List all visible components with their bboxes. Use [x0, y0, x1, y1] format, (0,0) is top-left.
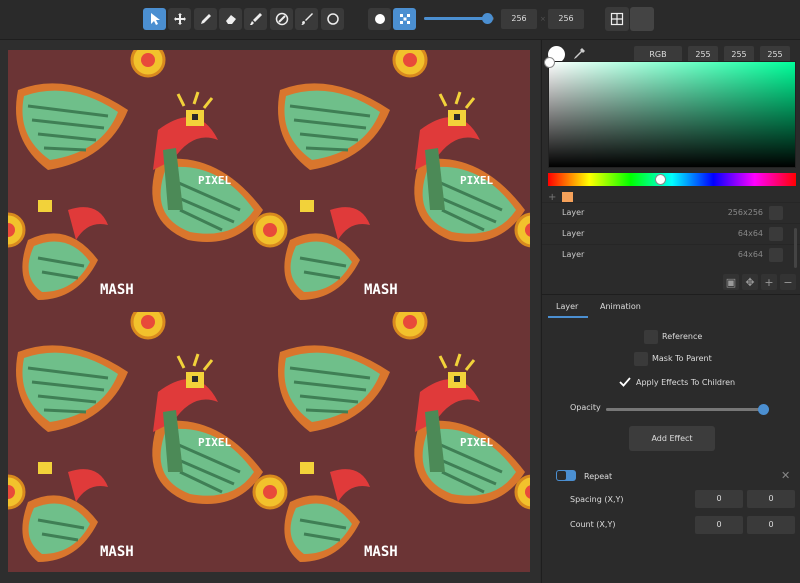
hue-slider[interactable] [548, 173, 796, 186]
plus-icon: + [764, 275, 774, 289]
layer-size: 64x64 [737, 250, 763, 259]
circle-icon [326, 13, 339, 25]
grid-view-button[interactable] [605, 7, 629, 31]
top-toolbar: 256 × 256 [0, 0, 800, 40]
apply-effects-label: Apply Effects To Children [636, 378, 736, 387]
layer-name: Layer [562, 229, 585, 238]
right-panel: RGB 255 255 255 + Layer 256x256 Layer 64… [541, 40, 800, 583]
pencil-icon [200, 14, 211, 24]
reference-checkbox[interactable] [644, 330, 658, 344]
minus-icon: − [783, 275, 793, 289]
layer-visibility-toggle[interactable] [769, 248, 783, 262]
mask-to-parent-checkbox[interactable] [634, 352, 648, 366]
move-icon [173, 13, 186, 25]
canvas-area: PIXEL PIXEL PIXEL PIXEL MASH MASH MASH M… [0, 40, 540, 583]
hue-knob[interactable] [654, 174, 666, 185]
select-tool-button[interactable] [143, 8, 166, 30]
repeat-toggle[interactable] [556, 470, 576, 481]
duplicate-layer-button[interactable]: ▣ [723, 274, 739, 290]
layer-name: Layer [562, 250, 585, 259]
layer-size: 64x64 [737, 229, 763, 238]
canvas-text-pixel: PIXEL [198, 174, 231, 187]
brush-size-input-2[interactable]: 256 [548, 9, 584, 29]
opacity-fill [606, 408, 763, 411]
tab-animation[interactable]: Animation [600, 302, 641, 311]
pencil-tool-button[interactable] [194, 8, 217, 30]
layer-row[interactable]: Layer 64x64 [542, 223, 800, 243]
sv-knob[interactable] [544, 57, 555, 68]
paint-bucket-icon [275, 12, 288, 26]
canvas-text-mash-3: MASH [100, 544, 134, 560]
single-view-button[interactable] [630, 7, 654, 31]
opacity-slider[interactable] [606, 404, 769, 415]
spacing-x-input[interactable]: 0 [695, 490, 743, 508]
move-icon: ✥ [745, 275, 755, 289]
active-tab-indicator [548, 316, 588, 318]
move-tool-button[interactable] [168, 8, 191, 30]
tab-layer[interactable]: Layer [556, 302, 578, 311]
grid-icon [610, 12, 624, 26]
brush-size-slider[interactable] [424, 13, 494, 24]
pixel-canvas[interactable]: PIXEL PIXEL PIXEL PIXEL MASH MASH MASH M… [8, 50, 530, 572]
brush-size-input[interactable]: 256 [501, 9, 537, 29]
mask-to-parent-label: Mask To Parent [652, 354, 712, 363]
brush-tool-button[interactable] [244, 8, 267, 30]
layer-visibility-toggle[interactable] [769, 227, 783, 241]
count-label: Count (X,Y) [570, 520, 616, 529]
divider [542, 294, 800, 295]
size-separator: × [540, 15, 546, 23]
saturation-value-picker[interactable] [544, 57, 796, 168]
remove-layer-button[interactable]: − [780, 274, 796, 290]
tiled-artwork: PIXEL PIXEL PIXEL PIXEL MASH MASH MASH M… [8, 50, 530, 572]
eyedropper-icon[interactable] [572, 47, 586, 61]
brush-icon [249, 13, 262, 25]
round-brush-button[interactable] [368, 8, 391, 30]
brush-size-fill [424, 17, 487, 20]
effect-name: Repeat [584, 472, 613, 481]
smudge-icon [300, 13, 313, 25]
canvas-text-pixel-2: PIXEL [460, 174, 493, 187]
canvas-text-mash-4: MASH [364, 544, 398, 560]
cursor-icon [150, 13, 160, 25]
apply-effects-checkbox[interactable] [618, 375, 632, 389]
fill-tool-button[interactable] [270, 8, 293, 30]
eraser-tool-button[interactable] [219, 8, 242, 30]
layer-size: 256x256 [727, 208, 763, 217]
layer-name: Layer [562, 208, 585, 217]
layers-scrollbar[interactable] [794, 228, 797, 268]
add-effect-button[interactable]: Add Effect [629, 426, 715, 451]
smudge-tool-button[interactable] [295, 8, 318, 30]
canvas-text-pixel-4: PIXEL [460, 436, 493, 449]
opacity-label: Opacity [570, 403, 601, 412]
canvas-text-mash: MASH [100, 282, 134, 298]
move-layer-button[interactable]: ✥ [742, 274, 758, 290]
reference-label: Reference [662, 332, 703, 341]
brush-size-knob[interactable] [482, 13, 493, 24]
count-x-input[interactable]: 0 [695, 516, 743, 534]
spacing-y-input[interactable]: 0 [747, 490, 795, 508]
layer-row[interactable]: Layer 64x64 [542, 244, 800, 264]
checkmark-icon [619, 377, 631, 387]
canvas-text-mash-2: MASH [364, 282, 398, 298]
count-y-input[interactable]: 0 [747, 516, 795, 534]
duplicate-icon: ▣ [725, 275, 737, 289]
circle-tool-button[interactable] [321, 8, 344, 30]
pixel-pattern-icon [399, 14, 410, 24]
spacing-label: Spacing (X,Y) [570, 495, 624, 504]
opacity-knob[interactable] [757, 404, 769, 415]
add-layer-button[interactable]: + [761, 274, 777, 290]
toggle-knob [557, 471, 566, 480]
layer-row[interactable]: Layer 256x256 [542, 202, 800, 222]
canvas-text-pixel-3: PIXEL [198, 436, 231, 449]
layer-visibility-toggle[interactable] [769, 206, 783, 220]
close-icon[interactable]: ✕ [781, 469, 790, 482]
round-dot-icon [374, 14, 385, 24]
eraser-icon [225, 15, 236, 24]
pixel-brush-button[interactable] [393, 8, 416, 30]
